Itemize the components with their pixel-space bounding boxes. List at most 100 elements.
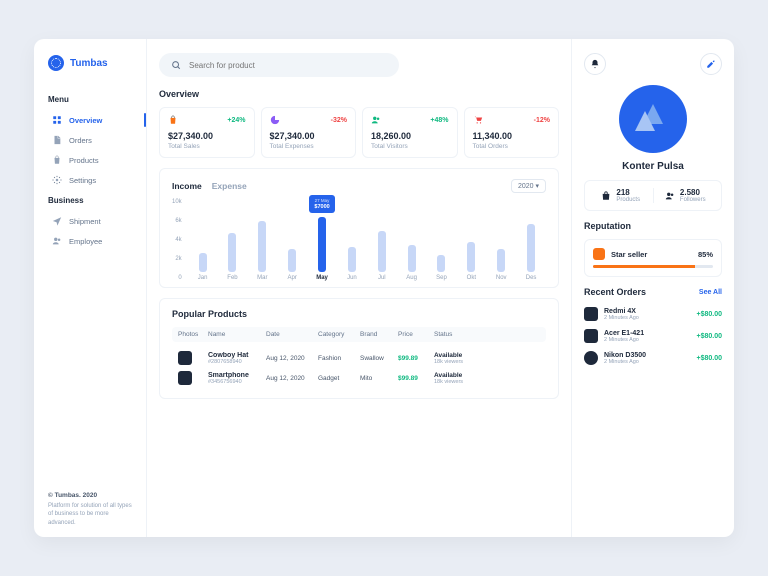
col-name: Name <box>208 331 266 338</box>
product-name: Smartphone <box>208 372 266 379</box>
year-select[interactable]: 2020 ▾ <box>511 179 546 193</box>
product-viewers: 18k viewers <box>434 359 540 365</box>
product-brand: Swallow <box>360 355 398 362</box>
table-row[interactable]: Smartphone#3456756940Aug 12, 2020GadgetM… <box>172 368 546 388</box>
stat-label: Total Orders <box>473 143 551 150</box>
sidebar-item-settings[interactable]: Settings <box>48 170 136 190</box>
sidebar-item-shipment[interactable]: Shipment <box>48 211 136 231</box>
logo-text: Tumbas <box>70 58 108 69</box>
product-status: Available <box>434 352 540 359</box>
bar <box>467 242 475 272</box>
bar-label: Sep <box>436 275 447 281</box>
bar <box>437 255 445 272</box>
send-icon <box>52 216 62 226</box>
bag-icon <box>168 115 178 125</box>
search-input[interactable] <box>189 61 387 70</box>
sidebar-item-label: Settings <box>69 176 96 185</box>
bar <box>497 249 505 272</box>
avatar-graphic <box>633 99 673 139</box>
product-sku: #3456756940 <box>208 379 266 385</box>
stat-delta: +24% <box>227 117 245 124</box>
main-content: Overview +24%$27,340.00Total Sales-32%$2… <box>146 39 572 537</box>
sidebar-item-label: Overview <box>69 116 102 125</box>
popular-products: Popular Products Photos Name Date Catego… <box>159 298 559 399</box>
bar-col[interactable]: Jul <box>367 231 397 281</box>
product-price: $99.89 <box>398 375 434 382</box>
sidebar-item-overview[interactable]: Overview <box>48 110 136 130</box>
tab-expense[interactable]: Expense <box>212 181 247 191</box>
bar-col[interactable]: Apr <box>277 249 307 281</box>
order-time: 2 Minutes Ago <box>604 315 691 321</box>
chart-bars: Jan Feb Mar Apr27 May$7000MayJun Jul Aug Sep Ok… <box>188 199 546 281</box>
users-icon <box>665 191 675 201</box>
notification-button[interactable] <box>584 53 606 75</box>
y-tick: 4k <box>172 237 182 243</box>
y-tick: 6k <box>172 218 182 224</box>
bar-col[interactable]: Okt <box>456 242 486 281</box>
bar-col[interactable]: Jan <box>188 253 218 282</box>
sidebar-item-products[interactable]: Products <box>48 150 136 170</box>
bar-col[interactable]: Jun <box>337 247 367 281</box>
popular-title: Popular Products <box>172 309 546 319</box>
bar-label: Aug <box>406 275 417 281</box>
bar-label: Des <box>526 275 537 281</box>
pie-icon <box>270 115 280 125</box>
order-amount: +$80.00 <box>697 355 723 362</box>
bell-icon <box>590 59 600 69</box>
sidebar-footer: © Tumbas. 2020 Platform for solution of … <box>48 491 136 527</box>
overview-title: Overview <box>159 89 559 99</box>
order-thumb <box>584 307 598 321</box>
reputation-label: Star seller <box>611 250 698 259</box>
sidebar-item-label: Employee <box>69 237 102 246</box>
avatar[interactable] <box>619 85 687 153</box>
stat-value: 11,340.00 <box>473 131 551 141</box>
users-icon <box>371 115 381 125</box>
bar <box>408 245 416 272</box>
bar <box>288 249 296 272</box>
gear-icon <box>52 175 62 185</box>
bar-col[interactable]: 27 May$7000May <box>307 217 337 281</box>
col-brand: Brand <box>360 331 398 338</box>
logo[interactable]: Tumbas <box>48 55 136 71</box>
profile-name: Konter Pulsa <box>584 161 722 172</box>
recent-order-item[interactable]: Nikon D35002 Minutes Ago+$80.00 <box>584 347 722 369</box>
bar-label: Jul <box>378 275 386 281</box>
bar-col[interactable]: Sep <box>427 255 457 281</box>
stat-delta: +48% <box>430 117 448 124</box>
bar-label: Feb <box>227 275 237 281</box>
bar-label: Mar <box>257 275 267 281</box>
sidebar-item-orders[interactable]: Orders <box>48 130 136 150</box>
y-tick: 0 <box>172 275 182 281</box>
edit-icon <box>706 59 716 69</box>
file-icon <box>52 135 62 145</box>
bar-col[interactable]: Nov <box>486 249 516 281</box>
recent-order-item[interactable]: Acer E1-4212 Minutes Ago+$80.00 <box>584 325 722 347</box>
col-price: Price <box>398 331 434 338</box>
see-all-link[interactable]: See All <box>699 289 722 296</box>
search-bar[interactable] <box>159 53 399 77</box>
product-price: $99.89 <box>398 355 434 362</box>
table-row[interactable]: Cowboy Hat#2807658940Aug 12, 2020Fashion… <box>172 348 546 368</box>
bar-col[interactable]: Mar <box>247 221 277 281</box>
stat-value: 18,260.00 <box>371 131 449 141</box>
recent-order-item[interactable]: Redmi 4X2 Minutes Ago+$80.00 <box>584 303 722 325</box>
reputation-percent: 85% <box>698 250 713 259</box>
product-status: Available <box>434 372 540 379</box>
search-icon <box>171 60 181 70</box>
chart-y-axis: 10k6k4k2k0 <box>172 199 182 281</box>
bar-label: Nov <box>496 275 507 281</box>
bar-col[interactable]: Feb <box>218 233 248 281</box>
edit-button[interactable] <box>700 53 722 75</box>
cart-icon <box>473 115 483 125</box>
order-amount: +$80.00 <box>697 333 723 340</box>
col-status: Status <box>434 331 540 338</box>
sidebar-item-employee[interactable]: Employee <box>48 231 136 251</box>
order-amount: +$80.00 <box>697 311 723 318</box>
bar-label: May <box>316 275 328 281</box>
tab-income[interactable]: Income <box>172 181 202 191</box>
table-header: Photos Name Date Category Brand Price St… <box>172 327 546 342</box>
bar-col[interactable]: Des <box>516 224 546 281</box>
bar-col[interactable]: Aug <box>397 245 427 281</box>
order-name: Acer E1-421 <box>604 330 691 337</box>
product-sku: #2807658940 <box>208 359 266 365</box>
